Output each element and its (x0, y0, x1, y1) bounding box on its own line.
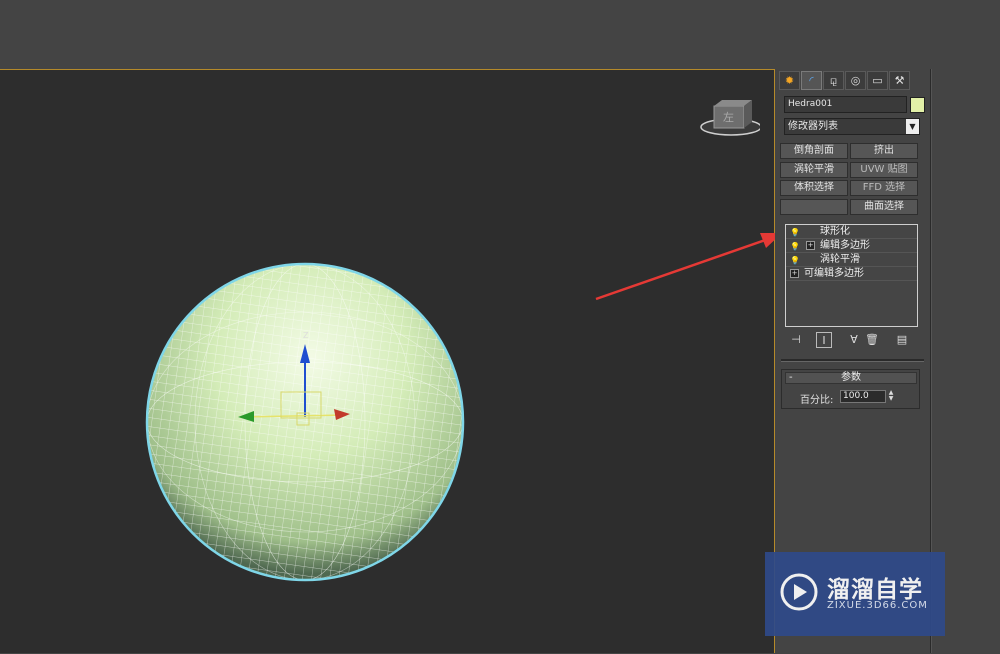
stack-toolbar: ⊣ Ⅰ ∀ 🗑 ▤ (788, 332, 918, 348)
display-tab[interactable]: ▭ (867, 71, 888, 90)
utilities-tab[interactable]: ⚒ (889, 71, 910, 90)
lightbulb-icon[interactable]: 💡 (790, 226, 800, 239)
motion-tab[interactable]: ◎ (845, 71, 866, 90)
watermark-title: 溜溜自学 (827, 577, 923, 603)
stack-item-editable-poly[interactable]: + 可编辑多边形 (786, 267, 917, 281)
command-panel-tabs: ✹ ◜ ⚼ ◎ ▭ ⚒ (779, 71, 910, 90)
modifier-button-vol-select[interactable]: 体积选择 (780, 180, 848, 196)
stack-item-label: 可编辑多边形 (804, 268, 864, 279)
play-logo-icon (780, 573, 818, 611)
stack-item-label: 涡轮平滑 (820, 254, 860, 265)
stack-item-label: 编辑多边形 (820, 240, 870, 251)
modifier-button-uvw-map[interactable]: UVW 贴图 (850, 162, 918, 178)
watermark-logo: 溜溜自学 ZIXUE.3D66.COM (765, 552, 945, 636)
curve-icon: ◜ (809, 74, 814, 87)
modifier-list-label: 修改器列表 (788, 121, 838, 132)
perspective-viewport[interactable]: Z 左 (0, 69, 775, 653)
percent-label: 百分比: (800, 395, 834, 406)
remove-modifier-icon[interactable]: 🗑 (864, 332, 880, 348)
watermark-url: ZIXUE.3D66.COM (827, 600, 928, 611)
modifier-button-surface-select[interactable]: 曲面选择 (850, 199, 918, 215)
viewcube-face-label: 左 (723, 111, 734, 124)
stack-item-spherify[interactable]: 💡 球形化 (786, 225, 917, 239)
modifier-list-dropdown[interactable]: 修改器列表 ▼ (784, 118, 920, 135)
rollout-title: 参数 (841, 372, 861, 383)
make-unique-icon[interactable]: ∀ (846, 332, 862, 348)
show-end-result-icon[interactable]: Ⅰ (816, 332, 832, 348)
pin-stack-icon[interactable]: ⊣ (788, 332, 804, 348)
create-tab[interactable]: ✹ (779, 71, 800, 90)
viewcube[interactable]: 左 (700, 100, 760, 140)
stack-item-label: 球形化 (820, 226, 850, 237)
top-toolbar-area (0, 0, 1000, 69)
monitor-icon: ▭ (872, 74, 883, 87)
parameters-rollout-header[interactable]: - 参数 (785, 372, 917, 384)
hierarchy-tab[interactable]: ⚼ (823, 71, 844, 90)
modifier-button-extrude[interactable]: 挤出 (850, 143, 918, 159)
expand-plus-icon[interactable]: + (790, 269, 799, 278)
sun-icon: ✹ (784, 74, 795, 87)
configure-sets-icon[interactable]: ▤ (894, 332, 910, 348)
annotation-arrow (595, 233, 775, 301)
object-name-field[interactable]: Hedra001 (784, 96, 907, 113)
panel-divider (781, 359, 924, 362)
expand-plus-icon[interactable]: + (806, 241, 815, 250)
stack-item-edit-poly[interactable]: 💡 + 编辑多边形 (786, 239, 917, 253)
modifier-button-turbosmooth[interactable]: 涡轮平滑 (780, 162, 848, 178)
percent-input[interactable]: 100.0 (840, 390, 886, 403)
lightbulb-icon[interactable]: 💡 (790, 254, 800, 267)
modifier-stack[interactable]: 💡 球形化 💡 + 编辑多边形 💡 涡轮平滑 + 可编辑多边形 (785, 224, 918, 327)
motion-icon: ◎ (850, 74, 861, 87)
lightbulb-icon[interactable]: 💡 (790, 240, 800, 253)
modifier-button-ffd-select[interactable]: FFD 选择 (850, 180, 918, 196)
parameters-rollout: - 参数 百分比: 100.0 ▲ ▼ (781, 369, 920, 409)
stack-item-turbosmooth[interactable]: 💡 涡轮平滑 (786, 253, 917, 267)
object-color-swatch[interactable] (910, 97, 925, 113)
viewport-scene: Z (145, 233, 775, 582)
modifier-button-empty[interactable] (780, 199, 848, 215)
percent-spinner[interactable]: ▲ ▼ (887, 390, 895, 403)
chevron-down-icon[interactable]: ▼ (906, 119, 919, 134)
hierarchy-icon: ⚼ (829, 73, 838, 87)
svg-text:Z: Z (303, 331, 309, 340)
modify-tab[interactable]: ◜ (801, 71, 822, 90)
hammer-icon: ⚒ (894, 74, 905, 87)
modifier-button-bevel-profile[interactable]: 倒角剖面 (780, 143, 848, 159)
